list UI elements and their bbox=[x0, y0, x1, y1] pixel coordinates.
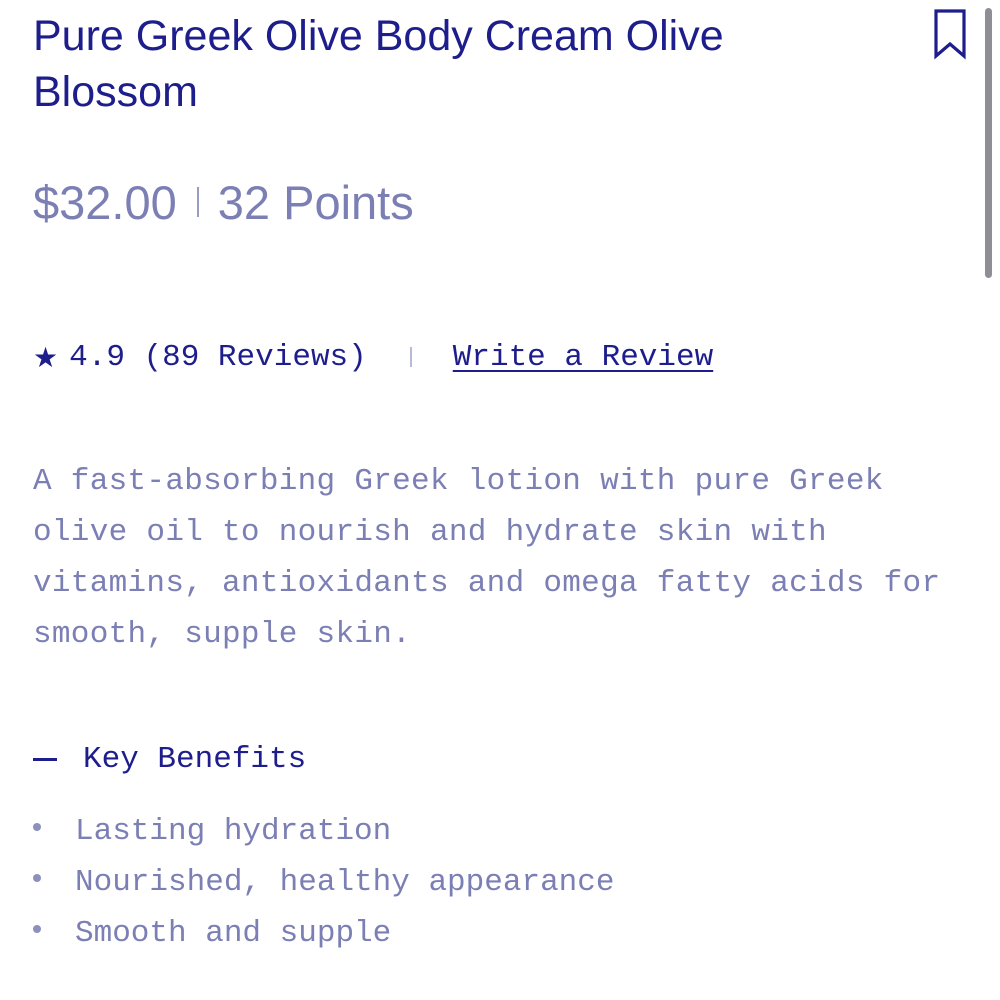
bullet-icon bbox=[33, 924, 41, 933]
key-benefits-title: Key Benefits bbox=[83, 741, 307, 777]
star-icon: ★ bbox=[33, 340, 59, 374]
bookmark-icon[interactable] bbox=[928, 8, 972, 60]
product-detail-page: Pure Greek Olive Body Cream Olive Blosso… bbox=[0, 0, 1000, 1000]
benefit-text: Lasting hydration bbox=[75, 814, 392, 849]
rating-summary: 4.9 (89 Reviews) bbox=[69, 339, 367, 375]
benefit-text: Smooth and supple bbox=[75, 916, 392, 951]
price-row: $32.00 32 Points bbox=[33, 170, 414, 234]
benefit-text: Nourished, healthy appearance bbox=[75, 865, 615, 900]
list-item: Nourished, healthy appearance bbox=[33, 857, 615, 908]
list-item: Smooth and supple bbox=[33, 908, 615, 959]
key-benefits-toggle[interactable]: Key Benefits bbox=[33, 736, 306, 782]
minus-icon bbox=[33, 757, 57, 761]
product-points: 32 Points bbox=[217, 175, 414, 229]
write-review-link[interactable]: Write a Review bbox=[453, 340, 713, 375]
rating-divider bbox=[409, 347, 412, 367]
bullet-icon bbox=[33, 822, 41, 831]
scrollbar[interactable] bbox=[985, 8, 992, 278]
benefits-list: Lasting hydration Nourished, healthy app… bbox=[33, 806, 615, 959]
rating-row: ★ 4.9 (89 Reviews) Write a Review bbox=[33, 333, 713, 381]
product-price: $32.00 bbox=[33, 175, 177, 229]
product-description: A fast-absorbing Greek lotion with pure … bbox=[33, 464, 941, 652]
bullet-icon bbox=[33, 873, 41, 882]
product-title: Pure Greek Olive Body Cream Olive Blosso… bbox=[33, 12, 724, 116]
price-divider bbox=[196, 187, 199, 217]
list-item: Lasting hydration bbox=[33, 806, 615, 857]
